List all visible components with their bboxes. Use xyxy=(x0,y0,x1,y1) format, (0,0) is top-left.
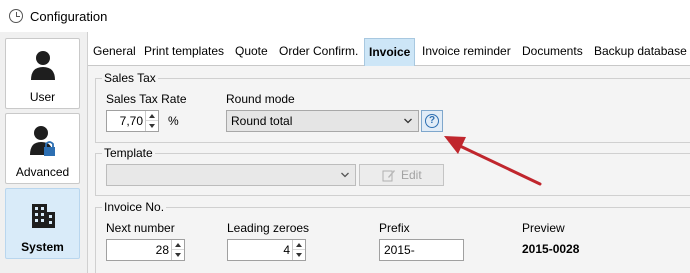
percent-label: % xyxy=(168,114,179,128)
leading-zeroes-label: Leading zeroes xyxy=(227,221,310,235)
help-button[interactable]: ? xyxy=(421,110,443,132)
window-title: Configuration xyxy=(30,9,108,24)
sales-tax-rate-stepper[interactable]: 7,70 xyxy=(106,110,159,132)
spin-up-button[interactable] xyxy=(172,240,184,250)
building-icon xyxy=(31,204,55,228)
leading-zeroes-value: 4 xyxy=(283,243,290,257)
edit-button-label: Edit xyxy=(401,168,422,182)
spin-up-button[interactable] xyxy=(146,111,158,121)
group-title: Invoice No. xyxy=(102,200,167,214)
sales-tax-rate-label: Sales Tax Rate xyxy=(106,92,187,106)
spin-buttons xyxy=(145,111,158,131)
tab-bar: General Print templates Quote Order Conf… xyxy=(88,38,690,66)
spin-down-button[interactable] xyxy=(146,121,158,131)
next-number-stepper[interactable]: 28 xyxy=(106,239,185,261)
preview-value: 2015-0028 xyxy=(522,242,580,256)
tab-backup-database[interactable]: Backup database xyxy=(590,38,690,66)
tab-invoice[interactable]: Invoice xyxy=(364,38,415,66)
sidebar-item-label: User xyxy=(29,90,56,104)
title-bar: Configuration xyxy=(0,0,690,32)
tab-order-confirm[interactable]: Order Confirm. xyxy=(275,38,362,66)
user-lock-icon xyxy=(29,126,55,156)
spin-buttons xyxy=(292,240,305,260)
group-title: Template xyxy=(102,146,155,160)
edit-icon xyxy=(382,170,395,182)
sidebar-item-user[interactable]: User xyxy=(5,38,80,109)
sales-tax-rate-value: 7,70 xyxy=(119,114,143,128)
sidebar-item-label: System xyxy=(21,240,64,254)
sidebar-item-advanced[interactable]: Advanced xyxy=(5,113,80,184)
sidebar-item-label: Advanced xyxy=(15,165,70,179)
edit-template-button[interactable]: Edit xyxy=(359,164,444,186)
template-select[interactable] xyxy=(106,164,356,186)
next-number-value: 28 xyxy=(155,243,169,257)
round-mode-label: Round mode xyxy=(226,92,295,106)
prefix-label: Prefix xyxy=(379,221,410,235)
tab-general[interactable]: General xyxy=(89,38,140,66)
chevron-down-icon xyxy=(404,118,412,124)
question-icon: ? xyxy=(425,114,439,128)
group-title: Sales Tax xyxy=(102,71,158,85)
preview-label: Preview xyxy=(522,221,565,235)
spin-down-button[interactable] xyxy=(293,250,305,260)
next-number-label: Next number xyxy=(106,221,175,235)
tab-print-templates[interactable]: Print templates xyxy=(140,38,228,66)
tab-documents[interactable]: Documents xyxy=(518,38,587,66)
clock-icon xyxy=(9,9,23,23)
leading-zeroes-stepper[interactable]: 4 xyxy=(227,239,306,261)
round-mode-select[interactable]: Round total xyxy=(226,110,419,132)
spin-up-button[interactable] xyxy=(293,240,305,250)
sidebar-item-system[interactable]: System xyxy=(5,188,80,259)
prefix-input[interactable]: 2015- xyxy=(379,239,464,261)
tab-invoice-reminder[interactable]: Invoice reminder xyxy=(418,38,515,66)
chevron-down-icon xyxy=(341,172,349,178)
spin-down-button[interactable] xyxy=(172,250,184,260)
round-mode-value: Round total xyxy=(231,114,293,128)
tab-quote[interactable]: Quote xyxy=(231,38,272,66)
user-icon xyxy=(30,51,55,80)
sidebar: User Advanced System xyxy=(0,32,88,273)
spin-buttons xyxy=(171,240,184,260)
